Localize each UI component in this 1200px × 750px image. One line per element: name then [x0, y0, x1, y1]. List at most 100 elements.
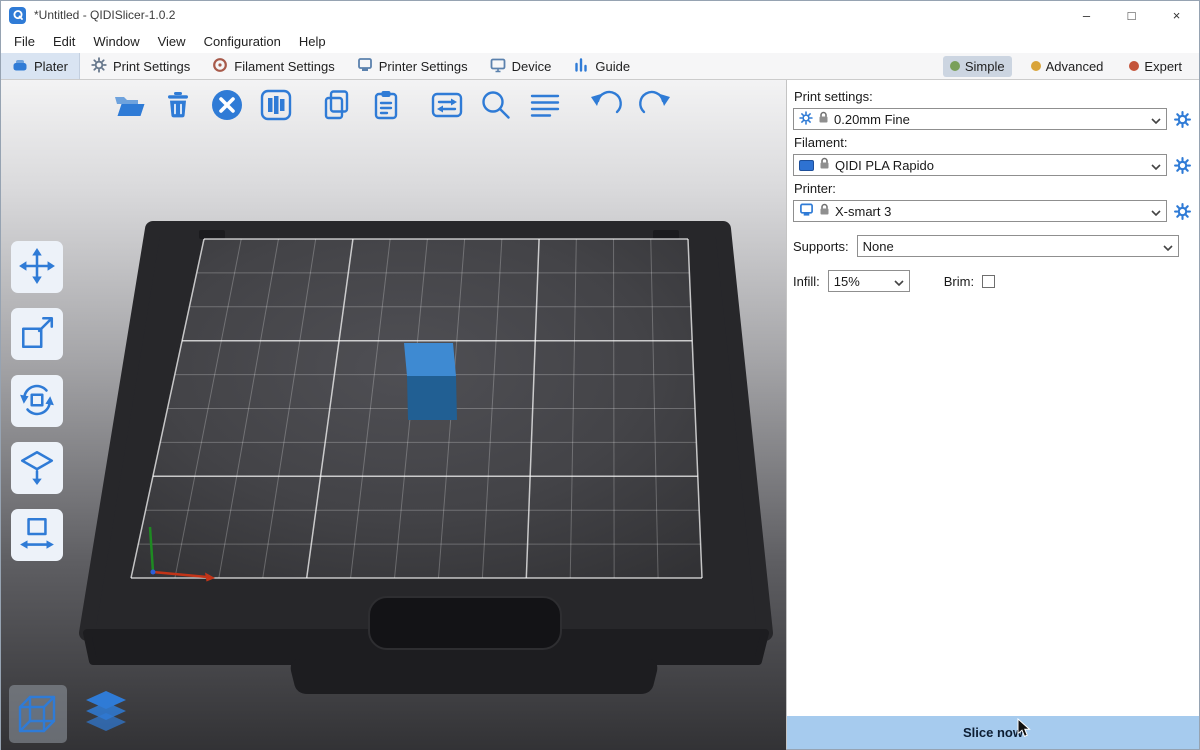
slice-now-button[interactable]: Slice now	[787, 716, 1199, 749]
measure-icon	[18, 515, 56, 556]
printer-label: Printer:	[794, 181, 1191, 196]
menu-edit[interactable]: Edit	[44, 31, 84, 52]
redo-button[interactable]	[635, 86, 675, 126]
chevron-down-icon	[894, 274, 904, 289]
menu-configuration[interactable]: Configuration	[195, 31, 290, 52]
maximize-button[interactable]: □	[1109, 1, 1154, 29]
tab-label: Device	[512, 59, 552, 74]
filament-spool-icon	[212, 57, 228, 76]
rotate-tool-button[interactable]	[11, 375, 63, 427]
tab-guide[interactable]: Guide	[562, 53, 641, 79]
mode-switcher: Simple Advanced Expert	[943, 53, 1199, 79]
move-tool-button[interactable]	[11, 241, 63, 293]
supports-combo[interactable]: None	[857, 235, 1179, 257]
mode-label: Simple	[965, 59, 1005, 74]
print-settings-combo[interactable]: 0.20mm Fine	[793, 108, 1167, 130]
editor-3d-view-button[interactable]	[9, 685, 67, 743]
advanced-mode-dot-icon	[1031, 61, 1041, 71]
open-folder-icon	[112, 88, 146, 125]
place-on-face-tool-button[interactable]	[11, 442, 63, 494]
mirror-button[interactable]	[427, 86, 467, 126]
menu-file[interactable]: File	[5, 31, 44, 52]
printer-icon	[357, 57, 373, 76]
filament-combo[interactable]: QIDI PLA Rapido	[793, 154, 1167, 176]
supports-value: None	[863, 239, 894, 254]
copy-icon	[320, 88, 354, 125]
main-area: Print settings: 0.20mm Fine Filament: QI…	[1, 80, 1199, 749]
chevron-down-icon	[1163, 239, 1173, 254]
mode-label: Advanced	[1046, 59, 1104, 74]
undo-button[interactable]	[586, 86, 626, 126]
delete-button[interactable]	[158, 86, 198, 126]
printer-value: X-smart 3	[835, 204, 891, 219]
brim-label: Brim:	[944, 274, 974, 289]
layers-lines-icon	[528, 88, 562, 125]
arrange-button[interactable]	[256, 86, 296, 126]
open-file-button[interactable]	[109, 86, 149, 126]
delete-all-circle-x-icon	[209, 87, 245, 126]
filament-value: QIDI PLA Rapido	[835, 158, 934, 173]
print-settings-label: Print settings:	[794, 89, 1191, 104]
settings-sidebar: Print settings: 0.20mm Fine Filament: QI…	[786, 80, 1199, 749]
plater-icon	[12, 57, 28, 76]
tab-label: Filament Settings	[234, 59, 334, 74]
menu-help[interactable]: Help	[290, 31, 335, 52]
paste-button[interactable]	[366, 86, 406, 126]
lock-icon	[819, 157, 830, 173]
mode-label: Expert	[1144, 59, 1182, 74]
tab-label: Guide	[595, 59, 630, 74]
tab-printer-settings[interactable]: Printer Settings	[346, 53, 479, 79]
copy-button[interactable]	[317, 86, 357, 126]
3d-viewport-canvas[interactable]	[1, 80, 786, 750]
search-icon	[478, 87, 514, 126]
expert-mode-dot-icon	[1129, 61, 1139, 71]
menu-bar: File Edit Window View Configuration Help	[1, 29, 1199, 53]
delete-all-button[interactable]	[207, 86, 247, 126]
gear-icon	[799, 111, 813, 128]
infill-combo[interactable]: 15%	[828, 270, 910, 292]
undo-arrow-icon	[588, 87, 624, 126]
filament-label: Filament:	[794, 135, 1191, 150]
supports-label: Supports:	[793, 239, 849, 254]
infill-value: 15%	[834, 274, 860, 289]
tab-plater[interactable]: Plater	[1, 53, 80, 79]
app-window: *Untitled - QIDISlicer-1.0.2 – □ × File …	[0, 0, 1200, 750]
scale-tool-button[interactable]	[11, 308, 63, 360]
device-monitor-icon	[490, 57, 506, 76]
place-on-face-icon	[18, 448, 56, 489]
edit-print-settings-button[interactable]	[1173, 110, 1191, 128]
printer-combo[interactable]: X-smart 3	[793, 200, 1167, 222]
title-bar: *Untitled - QIDISlicer-1.0.2 – □ ×	[1, 1, 1199, 29]
infill-label: Infill:	[793, 274, 820, 289]
edit-printer-button[interactable]	[1173, 202, 1191, 220]
edit-filament-button[interactable]	[1173, 156, 1191, 174]
measure-tool-button[interactable]	[11, 509, 63, 561]
tab-filament-settings[interactable]: Filament Settings	[201, 53, 345, 79]
minimize-button[interactable]: –	[1064, 1, 1109, 29]
window-title: *Untitled - QIDISlicer-1.0.2	[34, 8, 175, 22]
rotate-icon	[18, 381, 56, 422]
tab-print-settings[interactable]: Print Settings	[80, 53, 201, 79]
mode-expert[interactable]: Expert	[1122, 56, 1189, 77]
menu-view[interactable]: View	[149, 31, 195, 52]
paste-clipboard-icon	[369, 88, 403, 125]
tab-device[interactable]: Device	[479, 53, 563, 79]
model-cube[interactable]	[404, 343, 457, 420]
menu-window[interactable]: Window	[84, 31, 148, 52]
search-button[interactable]	[476, 86, 516, 126]
lock-icon	[819, 203, 830, 219]
mode-simple[interactable]: Simple	[943, 56, 1012, 77]
redo-arrow-icon	[637, 87, 673, 126]
arrange-grid-icon	[259, 88, 293, 125]
tab-label: Print Settings	[113, 59, 190, 74]
mode-advanced[interactable]: Advanced	[1024, 56, 1111, 77]
mirror-arrows-icon	[430, 88, 464, 125]
object-manipulation-toolbar	[11, 241, 63, 561]
layers-editing-button[interactable]	[525, 86, 565, 126]
tab-label: Printer Settings	[379, 59, 468, 74]
close-button[interactable]: ×	[1154, 1, 1199, 29]
scale-icon	[18, 314, 56, 355]
chevron-down-icon	[1151, 158, 1161, 173]
preview-layers-button[interactable]	[77, 685, 135, 743]
brim-checkbox[interactable]	[982, 275, 995, 288]
